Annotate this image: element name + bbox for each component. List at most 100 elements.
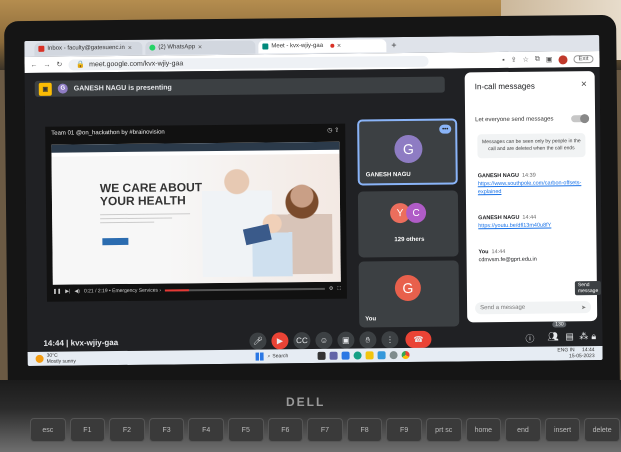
- next-icon[interactable]: ▶|: [65, 289, 70, 295]
- explorer-icon[interactable]: [365, 351, 374, 360]
- raise-hand-button[interactable]: ✋︎: [359, 331, 377, 349]
- send-icon[interactable]: ➤: [581, 304, 586, 311]
- profile-avatar[interactable]: [558, 54, 568, 64]
- info-icon[interactable]: ⓘ: [525, 332, 534, 345]
- sidepanel-icon[interactable]: ▣: [546, 55, 553, 63]
- url-field[interactable]: 🔒 meet.google.com/kvx-wjiy-gaa: [68, 55, 429, 71]
- key: F6: [267, 418, 304, 442]
- participant-tile-others[interactable]: Y C 129 others: [357, 190, 459, 258]
- more-options-icon[interactable]: •••: [439, 124, 452, 134]
- fullscreen-icon[interactable]: ⛶: [337, 286, 341, 292]
- message-link[interactable]: https://www.southpole.com/carbon-offsets…: [478, 179, 590, 196]
- captions-button[interactable]: CC: [293, 332, 311, 350]
- video-controls: ❚❚ ▶| ◀) 0:21 / 2:19 • Emergency Service…: [53, 284, 341, 297]
- reload-icon[interactable]: ↻: [56, 61, 62, 69]
- activities-icon[interactable]: ⁂: [579, 331, 588, 342]
- lock-icon: 🔒: [76, 61, 86, 69]
- taskbar-search[interactable]: ⌕ Search: [268, 351, 308, 361]
- camera-off-button[interactable]: ▶: [271, 332, 289, 350]
- app-icon[interactable]: [341, 351, 350, 360]
- participant-tile-you[interactable]: G You: [358, 260, 460, 328]
- settings-icon[interactable]: ⚙: [329, 286, 334, 292]
- share-icon[interactable]: ⇪: [511, 56, 517, 64]
- key: F5: [227, 418, 264, 442]
- url-text: meet.google.com/kvx-wjiy-gaa: [89, 59, 184, 68]
- laptop-screen: Inbox - faculty@gatesuenc.in × (2) Whats…: [24, 34, 603, 366]
- send-placeholder: Send a message: [480, 304, 526, 312]
- send-message-input[interactable]: Send a message ➤: [475, 301, 592, 315]
- meeting-time: 14:44: [43, 338, 64, 348]
- key: prt sc: [425, 418, 462, 442]
- message-text: cdmvsm.fe@gprt.edu.in: [478, 256, 537, 264]
- dell-logo: DELL: [286, 395, 326, 409]
- chrome-icon[interactable]: [401, 350, 410, 360]
- send-permission-row: Let everyone send messages: [475, 114, 590, 124]
- key: F7: [307, 418, 343, 442]
- participant-avatar: G: [394, 274, 422, 302]
- close-icon[interactable]: ×: [581, 79, 587, 90]
- messages-notice: Messages can be seen only by people in t…: [477, 133, 586, 159]
- close-icon[interactable]: ×: [128, 44, 132, 51]
- video-progress-bar[interactable]: [165, 287, 325, 292]
- camera-icon[interactable]: ▪: [502, 56, 505, 63]
- send-permission-toggle[interactable]: [571, 114, 590, 124]
- close-icon[interactable]: ×: [337, 42, 341, 49]
- weather-text: Mostly sunny: [46, 358, 76, 365]
- message-sender: GANESH NAGU 14:44: [478, 214, 537, 222]
- hero-button: [102, 237, 129, 246]
- language: ENG: [557, 347, 569, 354]
- message-sender: You 14:44: [478, 248, 506, 256]
- laptop-bezel: Inbox - faculty@gatesuenc.in × (2) Whats…: [4, 14, 620, 394]
- shared-screen: Team 01 @on_hackathon by #brainovision ◷…: [45, 123, 347, 302]
- key: F2: [109, 418, 145, 442]
- volume-icon[interactable]: ◀): [74, 288, 80, 294]
- windows-start-icon[interactable]: [255, 352, 264, 361]
- key: F8: [346, 418, 383, 442]
- exit-button[interactable]: Exit: [573, 55, 594, 64]
- extensions-icon[interactable]: ⧉: [535, 56, 540, 64]
- participant-tile-ganesh[interactable]: G ••• GANESH NAGU: [357, 118, 458, 186]
- child-image: [252, 210, 293, 277]
- more-options-button[interactable]: ⋮: [381, 331, 399, 349]
- store-icon[interactable]: [377, 351, 386, 360]
- microphone-button[interactable]: 🎤︎: [249, 332, 267, 350]
- message-time: 14:39: [521, 172, 536, 179]
- share-clock-icon: ◷ ⇪: [327, 127, 340, 134]
- clock-date: 15-05-2023: [568, 353, 595, 360]
- close-icon[interactable]: ×: [198, 44, 202, 51]
- back-icon[interactable]: ←: [30, 61, 37, 68]
- taskview-icon[interactable]: [317, 351, 326, 360]
- present-button[interactable]: ▣: [337, 331, 355, 349]
- system-tray[interactable]: ENG IN 14:44 15-05-2023: [557, 347, 594, 359]
- search-label: Search: [272, 353, 289, 360]
- settings-icon[interactable]: [389, 351, 398, 360]
- pause-icon[interactable]: ❚❚: [53, 289, 61, 295]
- participant-avatar-c: C: [405, 202, 427, 224]
- weather-widget[interactable]: 30°C Mostly sunny: [35, 352, 76, 365]
- tab-whatsapp[interactable]: (2) WhatsApp ×: [145, 40, 256, 55]
- emoji-button[interactable]: ☺: [315, 331, 333, 349]
- chat-message: GANESH NAGU 14:44 https://youtu.be/dfl13m…: [478, 213, 590, 230]
- new-tab-button[interactable]: +: [391, 40, 396, 50]
- whatsapp-icon: [149, 44, 156, 51]
- shared-hero-section: WE CARE ABOUT YOUR HEALTH: [51, 153, 341, 285]
- teams-icon[interactable]: [329, 351, 338, 360]
- leave-call-button[interactable]: ☎: [405, 330, 432, 349]
- message-link[interactable]: https://youtu.be/dfl13m40u8fY: [478, 221, 590, 230]
- edge-icon[interactable]: [353, 351, 362, 360]
- hero-subtext: [100, 213, 191, 225]
- key: F9: [386, 418, 422, 442]
- key: F4: [188, 418, 224, 442]
- bookmark-star-icon[interactable]: ☆: [523, 56, 529, 64]
- keyboard-row: esc F1 F2 F3 F4 F5 F6 F7 F8 F9 prt sc ho…: [30, 418, 620, 452]
- chat-message: GANESH NAGU 14:39 https://www.southpole.c…: [478, 171, 590, 196]
- tab-meet[interactable]: Meet - kvx-wjiy-gaa ×: [258, 38, 387, 54]
- forward-icon[interactable]: →: [43, 61, 50, 68]
- lock-icon[interactable]: 🔒︎: [591, 331, 596, 342]
- shared-browser-bar: [51, 141, 340, 153]
- people-icon[interactable]: 👥︎: [547, 331, 559, 342]
- present-screen-icon: ▣: [38, 82, 52, 96]
- participant-avatar: G: [394, 134, 423, 164]
- chat-icon[interactable]: ▤: [565, 331, 574, 342]
- tab-gmail[interactable]: Inbox - faculty@gatesuenc.in ×: [34, 41, 143, 56]
